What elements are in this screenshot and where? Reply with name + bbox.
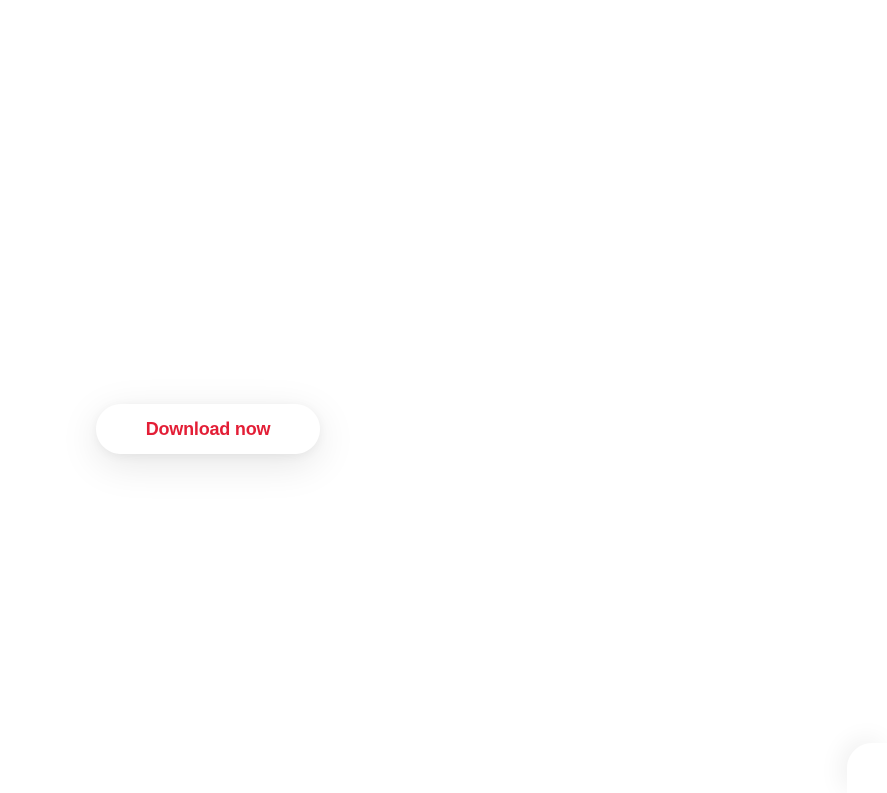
download-now-label: Download now <box>145 418 271 439</box>
page: Download now <box>0 0 887 793</box>
download-now-button[interactable]: Download now <box>96 404 320 454</box>
corner-floating-element <box>847 743 887 793</box>
